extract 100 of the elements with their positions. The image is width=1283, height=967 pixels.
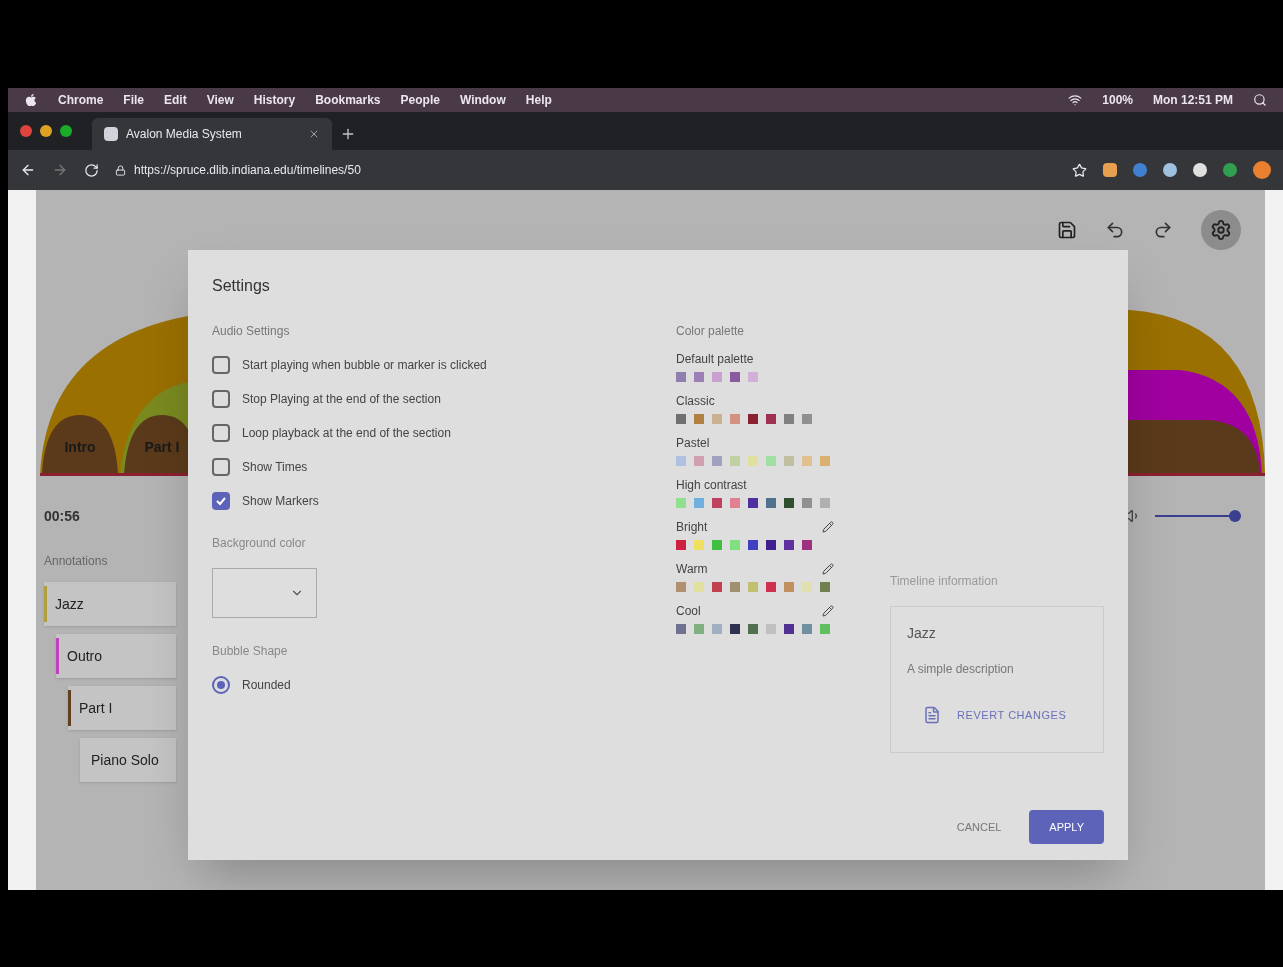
color-swatch[interactable] (802, 456, 812, 466)
color-swatch[interactable] (730, 540, 740, 550)
menu-item[interactable]: View (206, 91, 234, 109)
checkbox[interactable] (212, 356, 230, 374)
color-swatch[interactable] (694, 582, 704, 592)
color-swatch[interactable] (712, 372, 722, 382)
back-icon[interactable] (20, 162, 36, 178)
browser-tab[interactable]: Avalon Media System (92, 118, 332, 150)
menu-item[interactable]: File (123, 91, 144, 109)
color-swatch[interactable] (730, 498, 740, 508)
checkbox[interactable] (212, 390, 230, 408)
color-swatch[interactable] (784, 498, 794, 508)
menu-item[interactable]: Edit (164, 91, 187, 109)
color-swatch[interactable] (784, 456, 794, 466)
forward-icon[interactable] (52, 162, 68, 178)
color-swatch[interactable] (766, 498, 776, 508)
color-swatch[interactable] (730, 414, 740, 424)
palette-name[interactable]: Classic (676, 392, 715, 410)
color-swatch[interactable] (802, 582, 812, 592)
color-swatch[interactable] (748, 414, 758, 424)
palette-name[interactable]: Bright (676, 518, 708, 536)
color-swatch[interactable] (766, 540, 776, 550)
color-swatch[interactable] (676, 624, 686, 634)
color-swatch[interactable] (694, 498, 704, 508)
color-swatch[interactable] (730, 624, 740, 634)
color-swatch[interactable] (730, 582, 740, 592)
wifi-icon[interactable] (1068, 93, 1083, 107)
menu-item[interactable]: History (253, 91, 296, 109)
palette-name[interactable]: High contrast (676, 476, 747, 494)
color-swatch[interactable] (766, 414, 776, 424)
color-swatch[interactable] (784, 624, 794, 634)
palette-name[interactable]: Default palette (676, 350, 754, 368)
bookmark-star-icon[interactable] (1072, 162, 1087, 178)
color-swatch[interactable] (694, 456, 704, 466)
color-swatch[interactable] (676, 414, 686, 424)
color-swatch[interactable] (730, 372, 740, 382)
menu-item[interactable]: Bookmarks (315, 91, 381, 109)
color-swatch[interactable] (712, 540, 722, 550)
settings-button[interactable] (1201, 210, 1241, 250)
extension-icon[interactable] (1193, 163, 1207, 177)
annotation-card[interactable]: Piano Solo (80, 738, 176, 782)
menu-item[interactable]: People (400, 91, 440, 109)
undo-icon[interactable] (1105, 220, 1125, 240)
checkbox[interactable] (212, 492, 230, 510)
battery-percentage[interactable]: 100% (1102, 91, 1133, 109)
color-swatch[interactable] (748, 498, 758, 508)
color-swatch[interactable] (766, 582, 776, 592)
palette-name[interactable]: Pastel (676, 434, 710, 452)
color-swatch[interactable] (802, 498, 812, 508)
color-swatch[interactable] (802, 540, 812, 550)
revert-changes-button[interactable]: REVERT CHANGES (907, 694, 1087, 736)
color-swatch[interactable] (694, 372, 704, 382)
color-swatch[interactable] (748, 540, 758, 550)
new-tab-icon[interactable] (340, 126, 356, 142)
color-swatch[interactable] (766, 456, 776, 466)
clock[interactable]: Mon 12:51 PM (1153, 91, 1233, 109)
color-swatch[interactable] (676, 540, 686, 550)
color-swatch[interactable] (820, 498, 830, 508)
checkbox[interactable] (212, 458, 230, 476)
menu-item[interactable]: Help (525, 91, 552, 109)
color-swatch[interactable] (784, 540, 794, 550)
color-swatch[interactable] (676, 372, 686, 382)
color-swatch[interactable] (712, 582, 722, 592)
color-swatch[interactable] (784, 582, 794, 592)
color-swatch[interactable] (712, 498, 722, 508)
pencil-icon[interactable] (822, 521, 834, 533)
color-swatch[interactable] (748, 456, 758, 466)
color-swatch[interactable] (748, 372, 758, 382)
pencil-icon[interactable] (822, 605, 834, 617)
palette-name[interactable]: Warm (676, 560, 708, 578)
menu-item[interactable]: Window (459, 91, 506, 109)
color-swatch[interactable] (712, 414, 722, 424)
color-swatch[interactable] (802, 624, 812, 634)
save-icon[interactable] (1057, 220, 1077, 240)
color-swatch[interactable] (748, 582, 758, 592)
color-swatch[interactable] (676, 582, 686, 592)
color-swatch[interactable] (820, 582, 830, 592)
background-color-select[interactable] (212, 568, 317, 618)
annotation-card[interactable]: Jazz (44, 582, 176, 626)
color-swatch[interactable] (802, 414, 812, 424)
annotation-card[interactable]: Outro (56, 634, 176, 678)
color-swatch[interactable] (766, 624, 776, 634)
apply-button[interactable]: APPLY (1029, 809, 1104, 844)
color-swatch[interactable] (820, 456, 830, 466)
color-swatch[interactable] (694, 414, 704, 424)
radio-button[interactable] (212, 676, 230, 694)
color-swatch[interactable] (784, 414, 794, 424)
reload-icon[interactable] (84, 162, 99, 178)
menu-item[interactable]: Chrome (58, 91, 104, 109)
extension-icon[interactable] (1163, 163, 1177, 177)
color-swatch[interactable] (730, 456, 740, 466)
color-swatch[interactable] (694, 624, 704, 634)
redo-icon[interactable] (1153, 220, 1173, 240)
color-swatch[interactable] (694, 540, 704, 550)
apple-logo-icon[interactable] (24, 93, 38, 107)
color-swatch[interactable] (676, 498, 686, 508)
annotation-card[interactable]: Part I (68, 686, 176, 730)
color-swatch[interactable] (748, 624, 758, 634)
color-swatch[interactable] (676, 456, 686, 466)
search-icon[interactable] (1253, 93, 1267, 107)
